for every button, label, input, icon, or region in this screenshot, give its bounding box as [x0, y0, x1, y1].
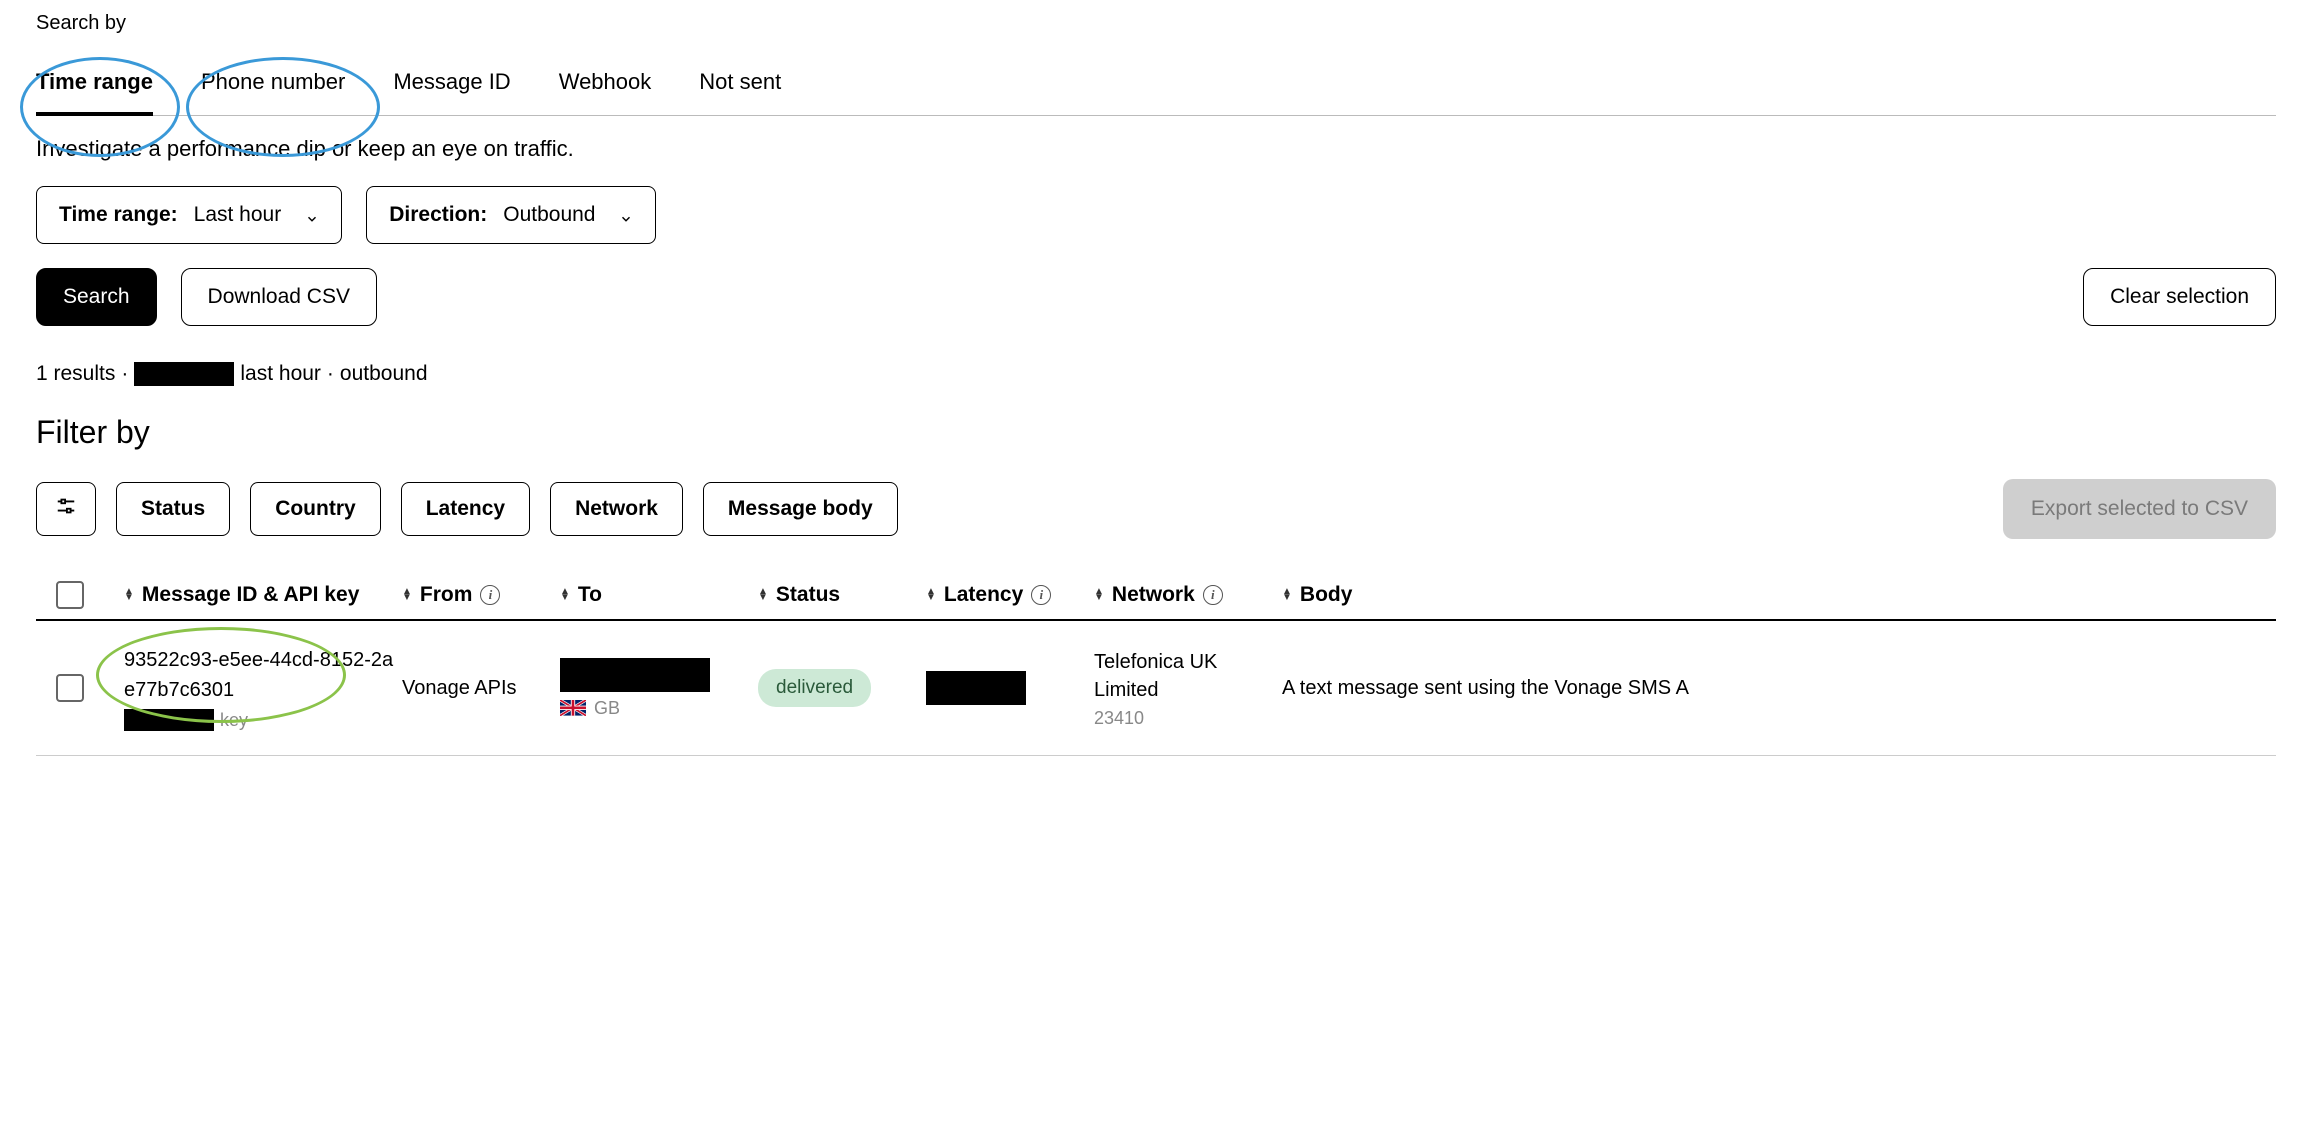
sliders-icon [55, 495, 77, 523]
column-label: Network [1112, 583, 1195, 607]
filter-by-heading: Filter by [36, 414, 2276, 451]
redacted-api-key [124, 709, 214, 731]
export-selected-button: Export selected to CSV [2003, 479, 2276, 539]
cell-latency [926, 671, 1086, 705]
tab-not-sent[interactable]: Not sent [699, 51, 781, 115]
cell-from: Vonage APIs [402, 677, 552, 700]
tab-webhook[interactable]: Webhook [559, 51, 652, 115]
sort-icon: ▲▼ [758, 589, 768, 601]
redacted-latency [926, 671, 1026, 705]
cell-to: GB [560, 658, 750, 719]
tab-time-range[interactable]: Time range [36, 51, 153, 115]
clear-selection-button[interactable]: Clear selection [2083, 268, 2276, 326]
column-header-from[interactable]: ▲▼ From i [402, 583, 552, 607]
table-header-row: ▲▼ Message ID & API key ▲▼ From i ▲▼ To … [36, 571, 2276, 621]
filters-row: Status Country Latency Network Message b… [36, 479, 2276, 539]
column-label: From [420, 583, 473, 607]
cell-body: A text message sent using the Vonage SMS… [1282, 677, 2276, 700]
cell-network: Telefonica UK Limited 23410 [1094, 648, 1274, 729]
redacted-account [134, 362, 234, 386]
network-name: Telefonica UK Limited [1094, 648, 1274, 704]
column-header-to[interactable]: ▲▼ To [560, 583, 750, 607]
filter-latency[interactable]: Latency [401, 482, 530, 536]
direction-dropdown-label: Direction: [389, 203, 487, 227]
column-header-latency[interactable]: ▲▼ Latency i [926, 583, 1086, 607]
row-checkbox[interactable] [56, 674, 84, 702]
filter-network[interactable]: Network [550, 482, 683, 536]
filter-country[interactable]: Country [250, 482, 381, 536]
sort-icon: ▲▼ [1094, 589, 1104, 601]
cell-status: delivered [758, 669, 918, 707]
action-buttons-row: Search Download CSV Clear selection [36, 268, 2276, 326]
chevron-down-icon [619, 208, 633, 222]
network-code: 23410 [1094, 708, 1274, 729]
results-count: 1 results [36, 362, 115, 386]
column-label: Message ID & API key [142, 583, 360, 607]
results-time: last hour [240, 362, 321, 386]
sort-icon: ▲▼ [926, 589, 936, 601]
time-range-dropdown-label: Time range: [59, 203, 178, 227]
direction-dropdown-value: Outbound [503, 203, 595, 227]
search-button[interactable]: Search [36, 268, 157, 326]
info-icon[interactable]: i [480, 585, 500, 605]
filter-message-body[interactable]: Message body [703, 482, 898, 536]
chevron-down-icon [305, 208, 319, 222]
direction-dropdown[interactable]: Direction: Outbound [366, 186, 656, 244]
select-all-checkbox[interactable] [56, 581, 84, 609]
search-by-label: Search by [36, 12, 2276, 35]
column-label: To [578, 583, 602, 607]
column-label: Body [1300, 583, 1353, 607]
dot-separator: · [121, 362, 128, 386]
message-id-value[interactable]: 93522c93-e5ee-44cd-8152-2ae77b7c6301 [124, 645, 394, 705]
to-country-code: GB [594, 698, 620, 719]
column-header-status[interactable]: ▲▼ Status [758, 583, 918, 607]
page-description: Investigate a performance dip or keep an… [36, 136, 2276, 162]
results-table: ▲▼ Message ID & API key ▲▼ From i ▲▼ To … [36, 571, 2276, 756]
info-icon[interactable]: i [1031, 585, 1051, 605]
results-direction: outbound [340, 362, 428, 386]
redacted-to-number [560, 658, 710, 692]
tab-message-id[interactable]: Message ID [393, 51, 510, 115]
sort-icon: ▲▼ [402, 589, 412, 601]
cell-message-id: 93522c93-e5ee-44cd-8152-2ae77b7c6301 key [124, 645, 394, 731]
flag-gb-icon [560, 700, 586, 716]
info-icon[interactable]: i [1203, 585, 1223, 605]
sort-icon: ▲▼ [124, 589, 134, 601]
column-label: Status [776, 583, 840, 607]
filter-status[interactable]: Status [116, 482, 230, 536]
tab-phone-number[interactable]: Phone number [201, 51, 345, 115]
table-row: 93522c93-e5ee-44cd-8152-2ae77b7c6301 key… [36, 621, 2276, 756]
column-label: Latency [944, 583, 1023, 607]
results-summary: 1 results · last hour · outbound [36, 362, 2276, 386]
column-header-body[interactable]: ▲▼ Body [1282, 583, 2276, 607]
filter-settings-button[interactable] [36, 482, 96, 536]
api-key-label: key [220, 710, 248, 731]
time-range-dropdown-value: Last hour [194, 203, 282, 227]
dot-separator: · [327, 362, 334, 386]
search-tabs: Time range Phone number Message ID Webho… [36, 51, 2276, 116]
time-range-dropdown[interactable]: Time range: Last hour [36, 186, 342, 244]
sort-icon: ▲▼ [1282, 589, 1292, 601]
column-header-network[interactable]: ▲▼ Network i [1094, 583, 1274, 607]
column-header-message-id[interactable]: ▲▼ Message ID & API key [124, 583, 394, 607]
sort-icon: ▲▼ [560, 589, 570, 601]
status-badge: delivered [758, 669, 871, 707]
download-csv-button[interactable]: Download CSV [181, 268, 377, 326]
dropdown-controls: Time range: Last hour Direction: Outboun… [36, 186, 2276, 244]
